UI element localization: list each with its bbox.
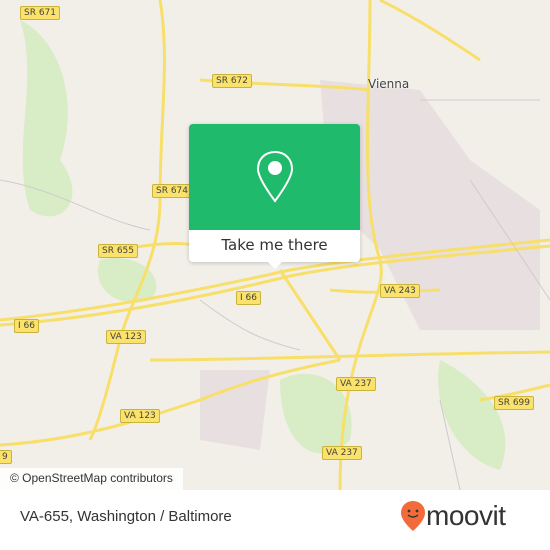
location-title: VA-655, Washington / Baltimore [20, 508, 232, 525]
road-shield: SR 672 [212, 74, 253, 88]
road-shield: SR 674 [152, 184, 193, 198]
popup-pointer [267, 261, 283, 269]
road-shield: VA 237 [322, 446, 362, 460]
location-pin-icon [256, 150, 293, 203]
destination-popup: Take me there [189, 124, 360, 269]
road-shield: SR 671 [20, 6, 61, 20]
road-shield: I 66 [236, 291, 261, 305]
road-shield: SR 699 [494, 396, 535, 410]
road-shield: VA 243 [380, 284, 420, 298]
footer: VA-655, Washington / Baltimore moovit [0, 490, 550, 550]
brand-name: moovit [426, 500, 506, 531]
take-me-there-button[interactable]: Take me there [189, 230, 360, 262]
road-shield: I 66 [14, 319, 39, 333]
road-shield: VA 123 [120, 409, 160, 423]
place-label-vienna: Vienna [368, 77, 410, 91]
moovit-pin-icon [401, 501, 425, 531]
map-attribution: © OpenStreetMap contributors [0, 468, 183, 490]
road-shield: VA 237 [336, 377, 376, 391]
road-shield: VA 123 [106, 330, 146, 344]
moovit-logo[interactable]: moovit [400, 500, 506, 532]
popup-header [189, 124, 360, 230]
road-shield: SR 655 [98, 244, 139, 258]
road-shield: 9 [0, 450, 12, 464]
